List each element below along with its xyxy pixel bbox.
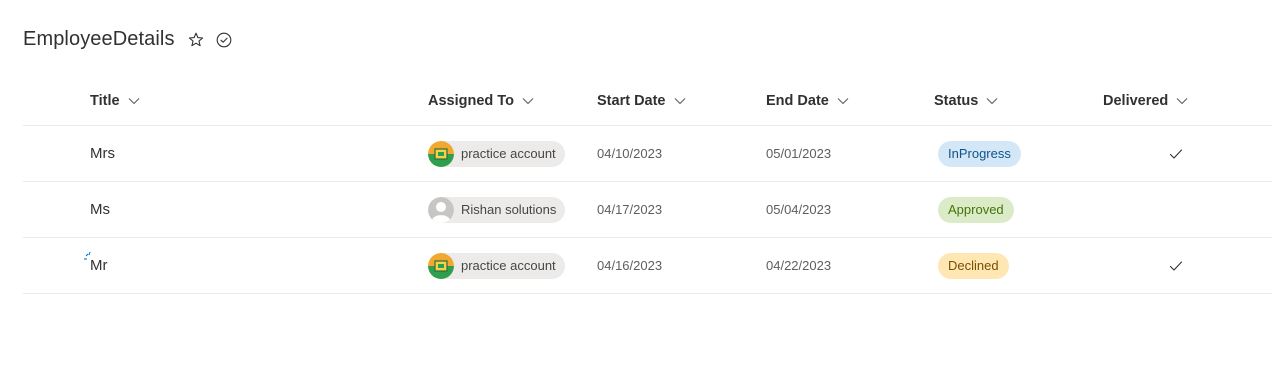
chevron-down-icon <box>521 94 535 108</box>
status-cell: Approved <box>938 182 1014 237</box>
assigned-to-cell: Rishan solutions <box>428 182 566 237</box>
title-cell[interactable]: Ms <box>90 182 110 237</box>
column-header-start-date[interactable]: Start Date <box>597 93 687 109</box>
person-chip[interactable]: practice account <box>428 140 565 167</box>
practice-avatar-icon <box>428 140 454 167</box>
status-badge: Approved <box>938 196 1014 223</box>
column-header-label: Start Date <box>597 93 666 109</box>
column-header-label: Title <box>90 93 120 109</box>
status-badge: Declined <box>938 252 1009 279</box>
title-cell[interactable]: Mr <box>90 238 108 293</box>
chevron-down-icon <box>836 94 850 108</box>
column-header-end-date[interactable]: End Date <box>766 93 850 109</box>
practice-avatar-icon <box>428 252 454 279</box>
status-badge: InProgress <box>938 140 1021 167</box>
title-cell[interactable]: Mrs <box>90 126 115 181</box>
table-row[interactable]: Mrs practice account 04/10/2023 05/01/20… <box>23 126 1272 182</box>
column-header-label: Assigned To <box>428 93 514 109</box>
checkmark-icon <box>1168 258 1184 274</box>
start-date-cell: 04/16/2023 <box>597 258 663 273</box>
delivered-cell <box>1168 126 1184 181</box>
checkmark-icon <box>1168 146 1184 162</box>
person-name: practice account <box>461 146 556 161</box>
assigned-to-cell: practice account <box>428 238 565 293</box>
table-row[interactable]: Ms Rishan solutions 04/17/2023 05/04/202… <box>23 182 1272 238</box>
delivered-cell <box>1168 238 1184 293</box>
person-chip[interactable]: practice account <box>428 252 565 279</box>
end-date-cell: 04/22/2023 <box>766 258 832 273</box>
list-header: EmployeeDetails <box>23 28 233 51</box>
end-date-cell: 05/01/2023 <box>766 146 832 161</box>
chevron-down-icon <box>673 94 687 108</box>
column-header-label: End Date <box>766 93 829 109</box>
check-circle-icon[interactable] <box>215 31 233 49</box>
column-header-assigned-to[interactable]: Assigned To <box>428 93 535 109</box>
chevron-down-icon <box>127 94 141 108</box>
person-name: Rishan solutions <box>461 202 557 217</box>
status-cell: Declined <box>938 238 1009 293</box>
chevron-down-icon <box>985 94 999 108</box>
column-header-row: Title Assigned To Start Date End Date St… <box>23 80 1272 126</box>
list-title: EmployeeDetails <box>23 28 175 50</box>
assigned-to-cell: practice account <box>428 126 565 181</box>
column-header-label: Delivered <box>1103 93 1169 109</box>
start-date-cell: 04/10/2023 <box>597 146 663 161</box>
column-header-label: Status <box>934 93 979 109</box>
person-chip[interactable]: Rishan solutions <box>428 196 566 223</box>
chevron-down-icon <box>1175 94 1189 108</box>
column-header-title[interactable]: Title <box>90 93 141 109</box>
person-name: practice account <box>461 258 556 273</box>
status-cell: InProgress <box>938 126 1021 181</box>
end-date-cell: 05/04/2023 <box>766 202 832 217</box>
default-person-avatar-icon <box>428 196 454 223</box>
start-date-cell: 04/17/2023 <box>597 202 663 217</box>
column-header-status[interactable]: Status <box>934 93 999 109</box>
star-icon[interactable] <box>187 31 205 49</box>
column-header-delivered[interactable]: Delivered <box>1103 93 1189 109</box>
table-row[interactable]: Mr practice account 04/16/2023 04/22/202… <box>23 238 1272 294</box>
